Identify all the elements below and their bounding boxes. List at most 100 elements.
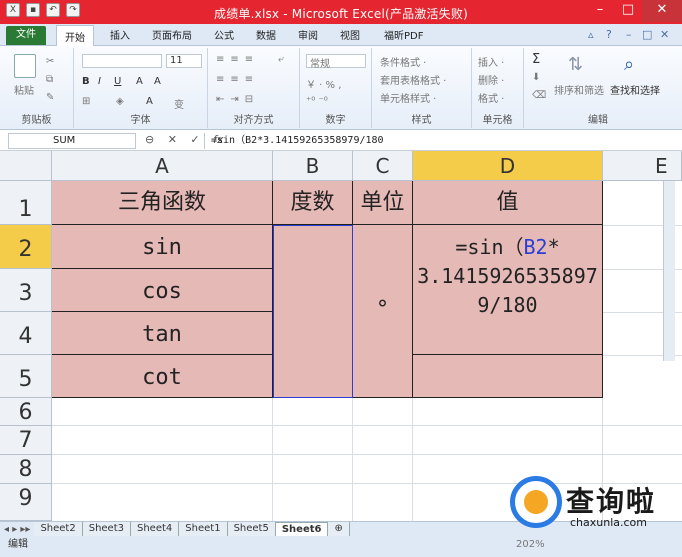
sheet-tab-sheet4[interactable]: Sheet4 (131, 522, 180, 536)
cell-styles-button[interactable]: 单元格样式 · (380, 90, 436, 105)
row-header-9[interactable]: 9 (0, 484, 52, 521)
help-icon[interactable]: ? (606, 28, 612, 41)
conditional-format-button[interactable]: 条件格式 · (380, 54, 426, 69)
font-name-select[interactable] (82, 54, 162, 68)
tab-formulas[interactable]: 公式 (214, 27, 234, 42)
collapse-ribbon-icon[interactable]: ▵ (588, 28, 594, 41)
cell-d5[interactable] (413, 355, 603, 398)
sheet-tab-sheet1[interactable]: Sheet1 (179, 522, 228, 536)
underline-button[interactable]: U (114, 76, 121, 87)
cell-c1[interactable]: 单位 (353, 181, 413, 225)
row-header-3[interactable]: 3 (0, 269, 52, 312)
cell-b1[interactable]: 度数 (273, 181, 353, 225)
row-header-8[interactable]: 8 (0, 455, 52, 484)
watermark-brand: 查询啦 (566, 485, 657, 518)
row-header-7[interactable]: 7 (0, 426, 52, 455)
formula-input[interactable]: =sin（B2*3.14159265358979/180 (204, 133, 672, 149)
sort-filter-label[interactable]: 排序和筛选 (554, 82, 604, 97)
row-header-5[interactable]: 5 (0, 355, 52, 398)
cell-a5[interactable]: cot (52, 355, 273, 398)
group-label-align: 对齐方式 (233, 115, 274, 126)
top-align-icons[interactable]: ≡≡≡ (216, 54, 259, 65)
close-button[interactable]: ✕ (642, 0, 682, 22)
shrink-font-button[interactable]: A (154, 76, 161, 87)
tab-insert[interactable]: 插入 (110, 27, 130, 42)
new-sheet-icon[interactable]: ⊕ (328, 522, 350, 536)
paste-label[interactable]: 粘贴 (14, 82, 34, 97)
column-header-d[interactable]: D (413, 151, 603, 181)
phonetic-icon[interactable]: 变 (174, 96, 184, 111)
vertical-scrollbar[interactable] (663, 181, 675, 361)
maximize-button[interactable]: □ (614, 0, 642, 22)
name-box[interactable]: SUM (8, 133, 136, 149)
cell-a1[interactable]: 三角函数 (52, 181, 273, 225)
cell-a2[interactable]: sin (52, 225, 273, 269)
insert-cells-button[interactable]: 插入 · (478, 54, 504, 69)
format-painter-icon[interactable]: ✎ (46, 92, 54, 103)
minimize-button[interactable]: – (586, 0, 614, 22)
fill-color-icon[interactable]: ◈ (116, 96, 124, 107)
cell-c2-merged[interactable]: ° (353, 225, 413, 398)
sheet-tab-sheet5[interactable]: Sheet5 (227, 522, 276, 536)
formula-text: =sin（ (455, 235, 524, 259)
autosum-icon[interactable]: Σ (532, 52, 540, 67)
sheet-nav-icons[interactable]: ◂ ▸ ▸▸ (0, 524, 34, 535)
gridline (272, 398, 273, 521)
font-size-select[interactable]: 11 (166, 54, 202, 68)
decimal-icons[interactable]: ⁺⁰ ⁻⁰ (306, 96, 328, 107)
column-header-a[interactable]: A (52, 151, 273, 181)
grow-font-button[interactable]: A (136, 76, 143, 87)
horizontal-align-icons[interactable]: ≡≡≡ (216, 74, 259, 85)
tab-data[interactable]: 数据 (256, 27, 276, 42)
column-header-b[interactable]: B (273, 151, 353, 181)
row-header-1[interactable]: 1 (0, 181, 52, 225)
cut-icon[interactable]: ✂ (46, 56, 54, 67)
find-icon[interactable]: ⌕ (624, 54, 634, 75)
find-select-label[interactable]: 查找和选择 (610, 82, 660, 97)
sheet-tab-sheet2[interactable]: Sheet2 (34, 522, 83, 536)
sheet-tab-sheet6[interactable]: Sheet6 (275, 522, 329, 536)
paste-icon[interactable] (14, 54, 36, 78)
gridline (52, 425, 682, 426)
cell-d2-editing[interactable]: =sin（B2* 3.1415926535897 9/180 (413, 225, 603, 355)
cell-a3[interactable]: cos (52, 269, 273, 312)
tab-foxit-pdf[interactable]: 福昕PDF (384, 27, 423, 42)
cell-d1[interactable]: 值 (413, 181, 603, 225)
minimize-workbook-icon[interactable]: – (626, 28, 632, 41)
tab-view[interactable]: 视图 (340, 27, 360, 42)
indent-icons[interactable]: ⇤⇥⊟ (216, 94, 259, 105)
italic-button[interactable]: I (98, 76, 101, 87)
wrap-text-icon[interactable]: ⤶ (278, 54, 284, 65)
clear-icon[interactable]: ⌫ (532, 90, 546, 101)
formula-operator: * (547, 235, 560, 259)
zoom-level[interactable]: 202% (516, 536, 545, 554)
bold-button[interactable]: B (82, 76, 90, 87)
cell-b2-merged[interactable] (273, 225, 353, 398)
select-all-corner[interactable] (0, 151, 52, 181)
sort-filter-icon[interactable]: ⇅ (568, 54, 583, 75)
tab-page-layout[interactable]: 页面布局 (152, 27, 192, 42)
column-header-c[interactable]: C (353, 151, 413, 181)
sheet-tab-sheet3[interactable]: Sheet3 (82, 522, 131, 536)
border-icon[interactable]: ⊞ (82, 96, 90, 107)
restore-workbook-icon[interactable]: □ (642, 28, 652, 41)
tab-review[interactable]: 审阅 (298, 27, 318, 42)
tab-file[interactable]: 文件 (6, 26, 46, 45)
close-workbook-icon[interactable]: ✕ (660, 28, 669, 41)
fill-icon[interactable]: ⬇ (532, 72, 540, 83)
currency-icon[interactable]: ￥ · % , (306, 76, 341, 91)
number-format-select[interactable]: 常规 (306, 54, 366, 70)
format-as-table-button[interactable]: 套用表格格式 · (380, 72, 446, 87)
format-cells-button[interactable]: 格式 · (478, 90, 504, 105)
delete-cells-button[interactable]: 删除 · (478, 72, 504, 87)
tab-home[interactable]: 开始 (56, 25, 94, 46)
font-color-button[interactable]: A (146, 96, 153, 107)
gridline (352, 398, 353, 521)
row-header-6[interactable]: 6 (0, 398, 52, 426)
column-header-e[interactable]: E (603, 151, 682, 181)
group-clipboard: 粘贴 ✂ ⧉ ✎ 剪贴板 (0, 48, 74, 128)
row-header-2[interactable]: 2 (0, 225, 52, 269)
copy-icon[interactable]: ⧉ (46, 74, 53, 85)
row-header-4[interactable]: 4 (0, 312, 52, 355)
cell-a4[interactable]: tan (52, 312, 273, 355)
